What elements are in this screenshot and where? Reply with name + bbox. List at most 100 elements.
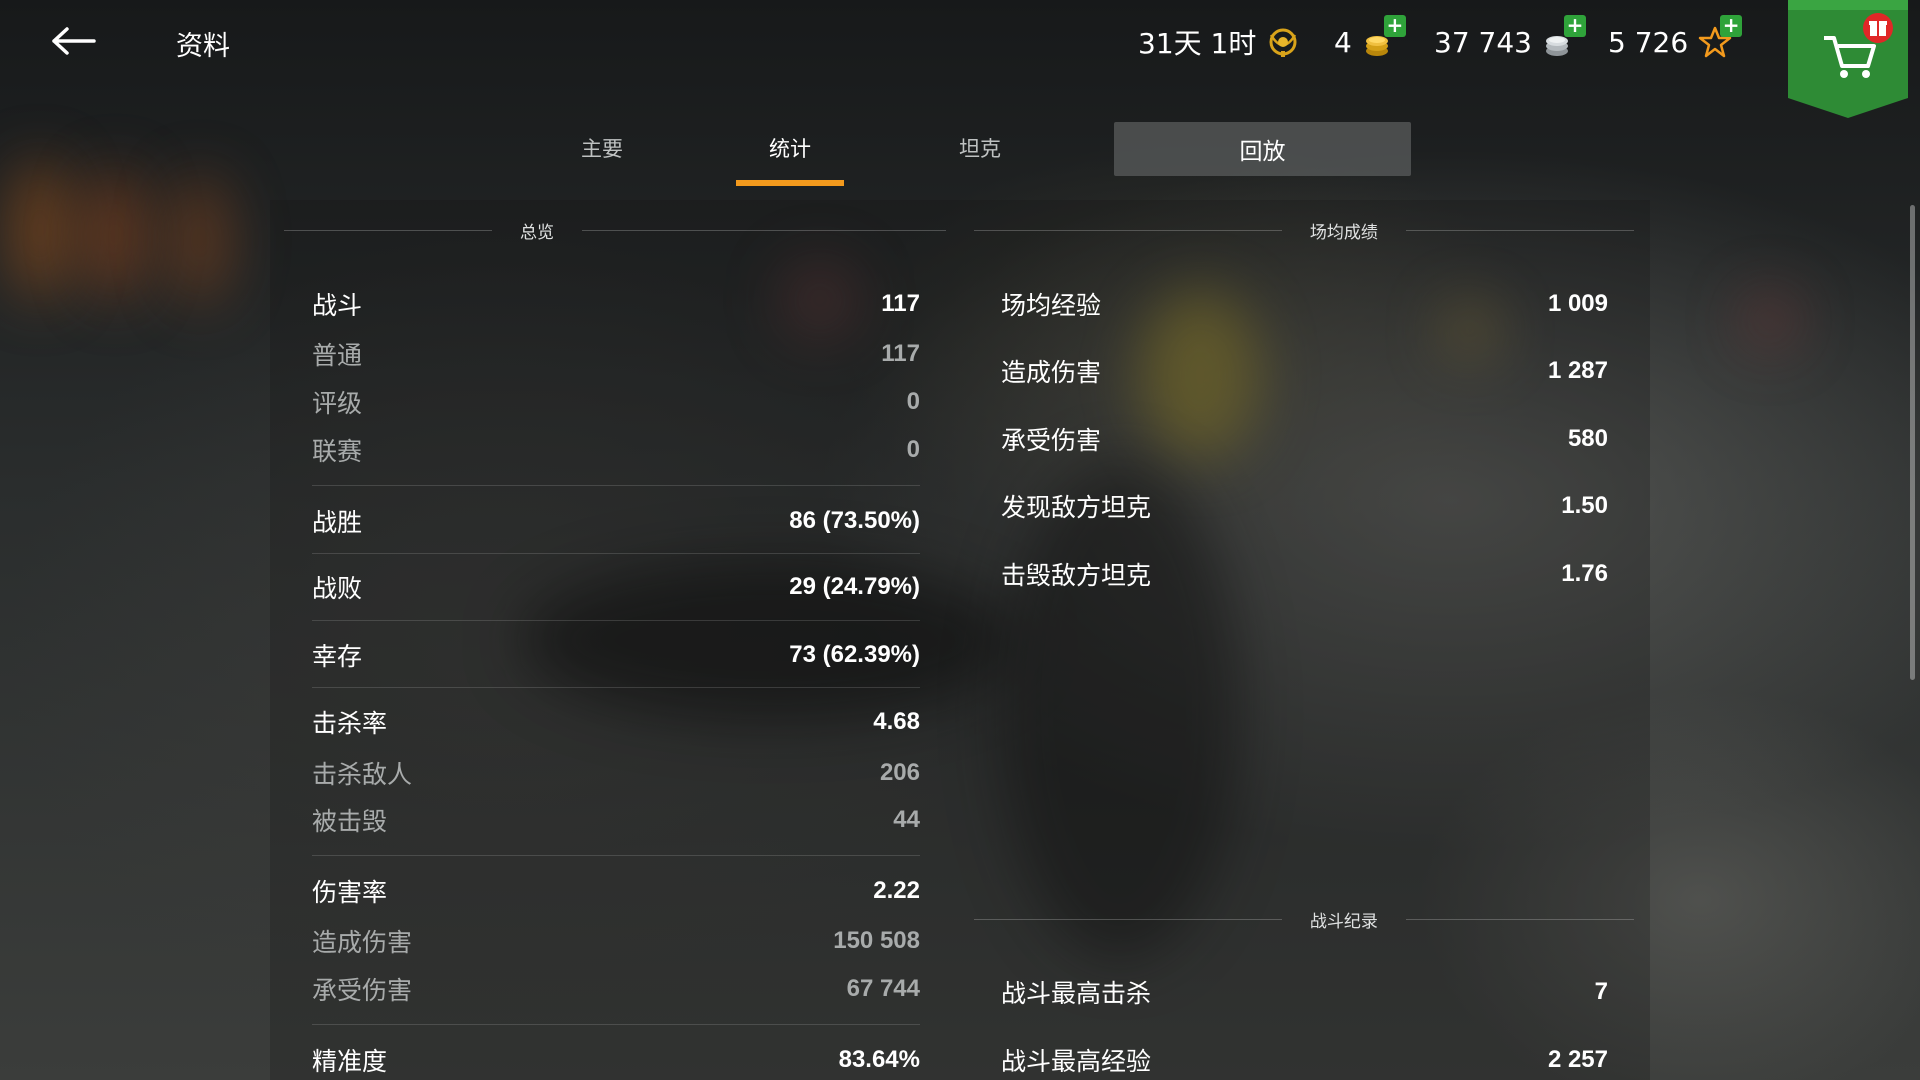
active-tab-indicator [736, 180, 844, 186]
avg-row-enemies-spotted: 发现敌方坦克 1.50 [1001, 488, 1608, 524]
stat-value: 1 009 [1547, 290, 1608, 317]
stat-label: 战败 [312, 574, 363, 603]
tab-tanks[interactable]: 坦克 [935, 120, 1025, 176]
stat-value: 0 [906, 388, 920, 415]
avg-row-experience: 场均经验 1 009 [1001, 286, 1608, 322]
stat-row-league: 联赛 0 [312, 432, 920, 468]
stat-value: 29 (24.79%) [789, 573, 920, 600]
row-divider [312, 620, 920, 621]
buy-free-xp-plus-button[interactable]: + [1720, 15, 1743, 37]
free-xp-value: 5 726 [1608, 25, 1689, 59]
row-divider [312, 855, 920, 856]
stat-row-defeats: 战败 29 (24.79%) [312, 569, 920, 605]
premium-time-counter[interactable]: 31天 1时 [1138, 22, 1300, 62]
stat-value: 117 [881, 340, 920, 367]
stat-label: 联赛 [312, 437, 363, 466]
record-row-max-kills: 战斗最高击杀 7 [1001, 974, 1608, 1010]
stat-label: 场均经验 [1001, 291, 1102, 320]
premium-time-value: 31天 1时 [1138, 27, 1257, 60]
stat-row-victories: 战胜 86 (73.50%) [312, 503, 920, 539]
row-divider [312, 485, 920, 486]
avg-row-enemies-destroyed: 击毁敌方坦克 1.76 [1001, 556, 1608, 592]
stat-label: 发现敌方坦克 [1001, 493, 1152, 522]
stat-row-survived: 幸存 73 (62.39%) [312, 637, 920, 673]
row-divider [312, 553, 920, 554]
stat-label: 击杀敌人 [312, 760, 413, 789]
stat-label: 击杀率 [312, 709, 388, 738]
overview-section-header: 总览 [284, 220, 946, 243]
row-divider [312, 1024, 920, 1025]
stat-value: 2 257 [1547, 1046, 1608, 1073]
stat-label: 造成伤害 [1001, 358, 1102, 387]
stat-label: 被击毁 [312, 807, 388, 836]
tab-replays[interactable]: 回放 [1114, 122, 1411, 176]
profile-tabs: 主要 统计 坦克 回放 [0, 120, 1920, 190]
silver-value: 37 743 [1434, 25, 1532, 59]
stat-row-regular: 普通 117 [312, 336, 920, 372]
stat-value: 1.76 [1561, 560, 1608, 587]
stat-value: 206 [879, 759, 920, 786]
overview-section-title: 总览 [520, 222, 554, 243]
scrollbar[interactable] [1910, 205, 1915, 680]
tab-replays-label: 回放 [1239, 139, 1286, 165]
records-section-header: 战斗纪录 [974, 909, 1634, 932]
stat-label: 战斗最高击杀 [1001, 979, 1152, 1008]
tab-statistics-label: 统计 [769, 137, 811, 161]
page-title: 资料 [176, 31, 230, 62]
stat-row-damage-ratio: 伤害率 2.22 [312, 873, 920, 909]
buy-gold-plus-button[interactable]: + [1383, 15, 1406, 37]
silver-counter[interactable]: 37 743 + [1434, 15, 1586, 62]
stat-value: 117 [881, 290, 920, 317]
stat-value: 83.64% [838, 1046, 920, 1073]
premium-time-icon [1266, 25, 1300, 59]
stat-row-accuracy: 精准度 83.64% [312, 1042, 920, 1078]
silver-credits-icon: + [1542, 15, 1586, 59]
stat-label: 伤害率 [312, 878, 388, 907]
stat-label: 战斗最高经验 [1001, 1047, 1152, 1076]
top-bar: 资料 31天 1时 4 + 37 743 + 5 726 + [0, 0, 1920, 118]
stat-label: 战斗 [312, 291, 363, 320]
gold-counter[interactable]: 4 + [1334, 15, 1406, 62]
back-button[interactable] [46, 18, 102, 64]
stat-value: 1 287 [1547, 357, 1608, 384]
stat-value: 44 [893, 806, 920, 833]
stat-label: 承受伤害 [1001, 426, 1102, 455]
record-row-max-experience: 战斗最高经验 2 257 [1001, 1042, 1608, 1078]
tab-tanks-label: 坦克 [959, 137, 1001, 161]
stat-label: 评级 [312, 389, 363, 418]
free-xp-counter[interactable]: 5 726 + [1608, 15, 1743, 62]
gift-badge-icon [1863, 13, 1893, 43]
stat-label: 承受伤害 [312, 976, 413, 1005]
averages-section-title: 场均成绩 [1309, 222, 1378, 243]
stat-row-rating: 评级 0 [312, 384, 920, 420]
stat-row-kill-ratio: 击杀率 4.68 [312, 704, 920, 740]
back-arrow-icon [52, 27, 96, 55]
averages-section-header: 场均成绩 [974, 220, 1634, 243]
tab-statistics[interactable]: 统计 [736, 120, 844, 186]
row-divider [312, 687, 920, 688]
stat-row-enemies-destroyed: 击杀敌人 206 [312, 755, 920, 791]
buy-silver-plus-button[interactable]: + [1563, 15, 1586, 37]
stat-value: 73 (62.39%) [789, 641, 920, 668]
stat-label: 击毁敌方坦克 [1001, 561, 1152, 590]
stat-value: 7 [1594, 978, 1608, 1005]
shop-button[interactable] [1788, 0, 1908, 120]
stat-value: 0 [906, 436, 920, 463]
stat-label: 幸存 [312, 642, 363, 671]
stat-value: 580 [1567, 425, 1608, 452]
stat-label: 战胜 [312, 508, 363, 537]
gold-coins-icon: + [1362, 15, 1406, 59]
stat-label: 造成伤害 [312, 928, 413, 957]
stat-row-battles: 战斗 117 [312, 286, 920, 322]
stat-value: 150 508 [833, 927, 920, 954]
free-xp-star-icon: + [1698, 15, 1743, 59]
tab-main[interactable]: 主要 [557, 120, 647, 176]
stat-row-damage-dealt: 造成伤害 150 508 [312, 923, 920, 959]
avg-row-damage-dealt: 造成伤害 1 287 [1001, 353, 1608, 389]
stat-label: 普通 [312, 341, 363, 370]
stat-row-times-destroyed: 被击毁 44 [312, 802, 920, 838]
stat-value: 67 744 [846, 975, 920, 1002]
stat-value: 4.68 [873, 708, 920, 735]
stat-row-damage-received: 承受伤害 67 744 [312, 971, 920, 1007]
avg-row-damage-received: 承受伤害 580 [1001, 421, 1608, 457]
